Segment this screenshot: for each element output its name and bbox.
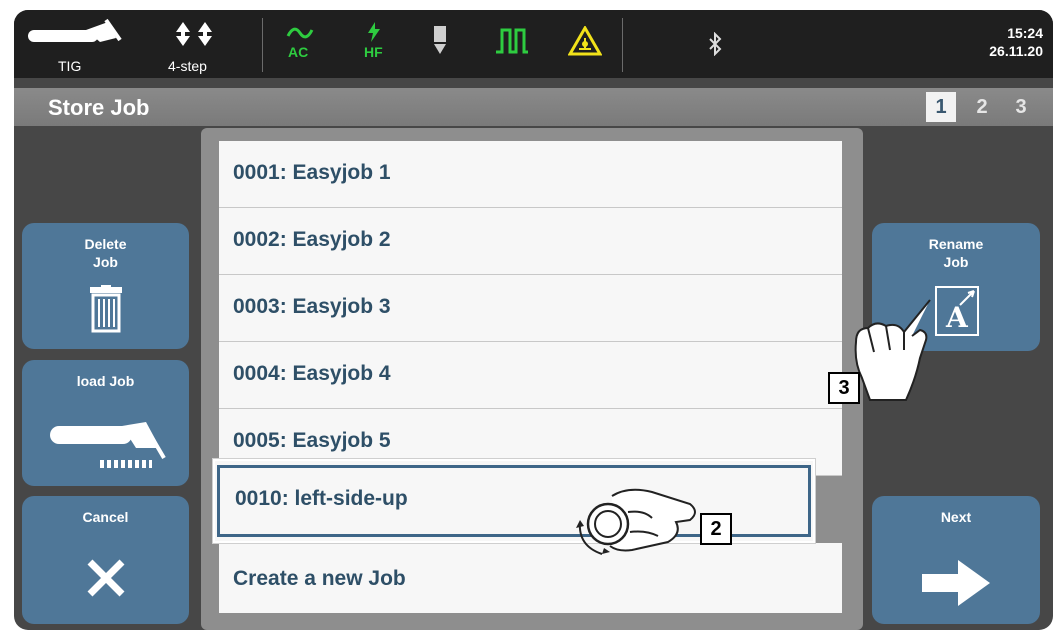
job-list-item[interactable]: 0003: Easyjob 3 [219, 275, 842, 342]
delete-job-label: Delete Job [84, 236, 127, 270]
rename-job-label: Rename Job [928, 236, 984, 270]
pulse-icon[interactable] [494, 28, 530, 59]
rename-glyph: A [945, 301, 969, 334]
job-list-item[interactable]: 0002: Easyjob 2 [219, 208, 842, 275]
welder-screen: TIG 4-step AC HF 15:24 26.11.20 Store Jo… [14, 10, 1053, 630]
rename-icon: A [935, 286, 979, 336]
clock: 15:24 26.11.20 [989, 24, 1043, 60]
tig-torch-icon[interactable] [26, 18, 126, 57]
callout-2: 2 [700, 513, 732, 545]
load-job-button[interactable]: load Job [22, 360, 189, 486]
divider [622, 18, 623, 72]
delete-job-button[interactable]: Delete Job [22, 223, 189, 349]
page-tab-2[interactable]: 2 [967, 92, 997, 122]
trash-icon [90, 285, 122, 333]
create-new-job-item[interactable]: Create a new Job [219, 543, 842, 613]
selected-job-label: 0010: left-side-up [235, 487, 408, 510]
hand-pointer-icon [854, 299, 931, 401]
load-job-label: load Job [76, 373, 135, 389]
torch-icon [50, 422, 166, 468]
cancel-label: Cancel [82, 509, 129, 525]
close-icon [87, 559, 125, 597]
page-tab-3[interactable]: 3 [1006, 92, 1036, 122]
trigger-mode-icon[interactable] [172, 18, 218, 57]
cancel-button[interactable]: Cancel [22, 496, 189, 624]
next-label: Next [940, 509, 972, 525]
hand-knob-icon [576, 488, 696, 555]
gas-icon[interactable] [432, 26, 448, 61]
callout-3: 3 [828, 372, 860, 404]
divider [262, 18, 263, 72]
status-bar: TIG 4-step AC HF 15:24 26.11.20 [14, 10, 1053, 78]
arrow-right-icon [922, 560, 990, 606]
next-button[interactable]: Next [872, 496, 1040, 624]
date-display: 26.11.20 [989, 43, 1043, 59]
job-list-item[interactable]: 0004: Easyjob 4 [219, 342, 842, 409]
mode-label: 4-step [168, 58, 207, 74]
page-header: Store Job 1 2 3 [14, 88, 1053, 126]
process-label: TIG [58, 58, 82, 74]
bluetooth-icon[interactable] [708, 31, 722, 61]
warning-icon[interactable] [567, 24, 603, 61]
time-display: 15:24 [1007, 25, 1043, 41]
ac-label: AC [288, 44, 309, 60]
page-tab-1[interactable]: 1 [926, 92, 956, 122]
hf-label: HF [364, 44, 383, 60]
page-title: Store Job [48, 95, 150, 120]
job-list-item[interactable]: 0001: Easyjob 1 [219, 141, 842, 208]
